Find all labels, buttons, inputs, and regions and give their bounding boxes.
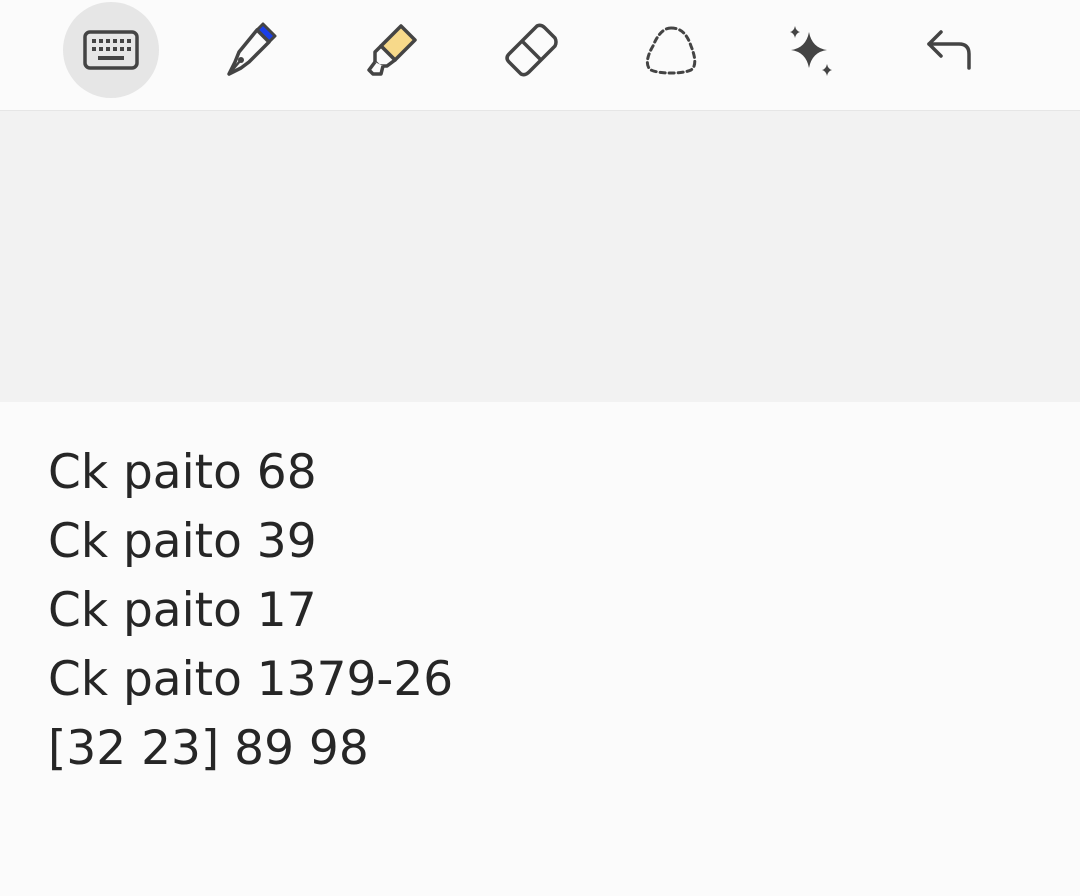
- keyboard-icon: [83, 30, 139, 70]
- eraser-tool-button[interactable]: [483, 2, 579, 98]
- note-lines: Ck paito 68 Ck paito 39 Ck paito 17 Ck p…: [48, 438, 453, 783]
- undo-button[interactable]: [903, 2, 999, 98]
- pen-tool-button[interactable]: [203, 2, 299, 98]
- note-line: Ck paito 39: [48, 514, 317, 569]
- canvas-area[interactable]: [0, 111, 1080, 402]
- eraser-icon: [505, 23, 558, 77]
- highlighter-tool-button[interactable]: [343, 2, 439, 98]
- lasso-select-icon: [645, 26, 697, 75]
- note-text-area[interactable]: Ck paito 68 Ck paito 39 Ck paito 17 Ck p…: [0, 402, 1080, 896]
- undo-icon: [927, 30, 971, 70]
- note-line: Ck paito 68: [48, 445, 317, 500]
- note-line: Ck paito 1379-26: [48, 652, 454, 707]
- note-line: Ck paito 17: [48, 583, 317, 638]
- pen-icon: [227, 22, 277, 76]
- lasso-select-button[interactable]: [623, 2, 719, 98]
- highlighter-icon: [367, 24, 417, 76]
- ai-assist-button[interactable]: [763, 2, 859, 98]
- sparkle-icon: [790, 26, 832, 76]
- keyboard-mode-button[interactable]: [63, 2, 159, 98]
- drawing-toolbar: [0, 0, 1080, 111]
- note-line: [32 23] 89 98: [48, 721, 369, 776]
